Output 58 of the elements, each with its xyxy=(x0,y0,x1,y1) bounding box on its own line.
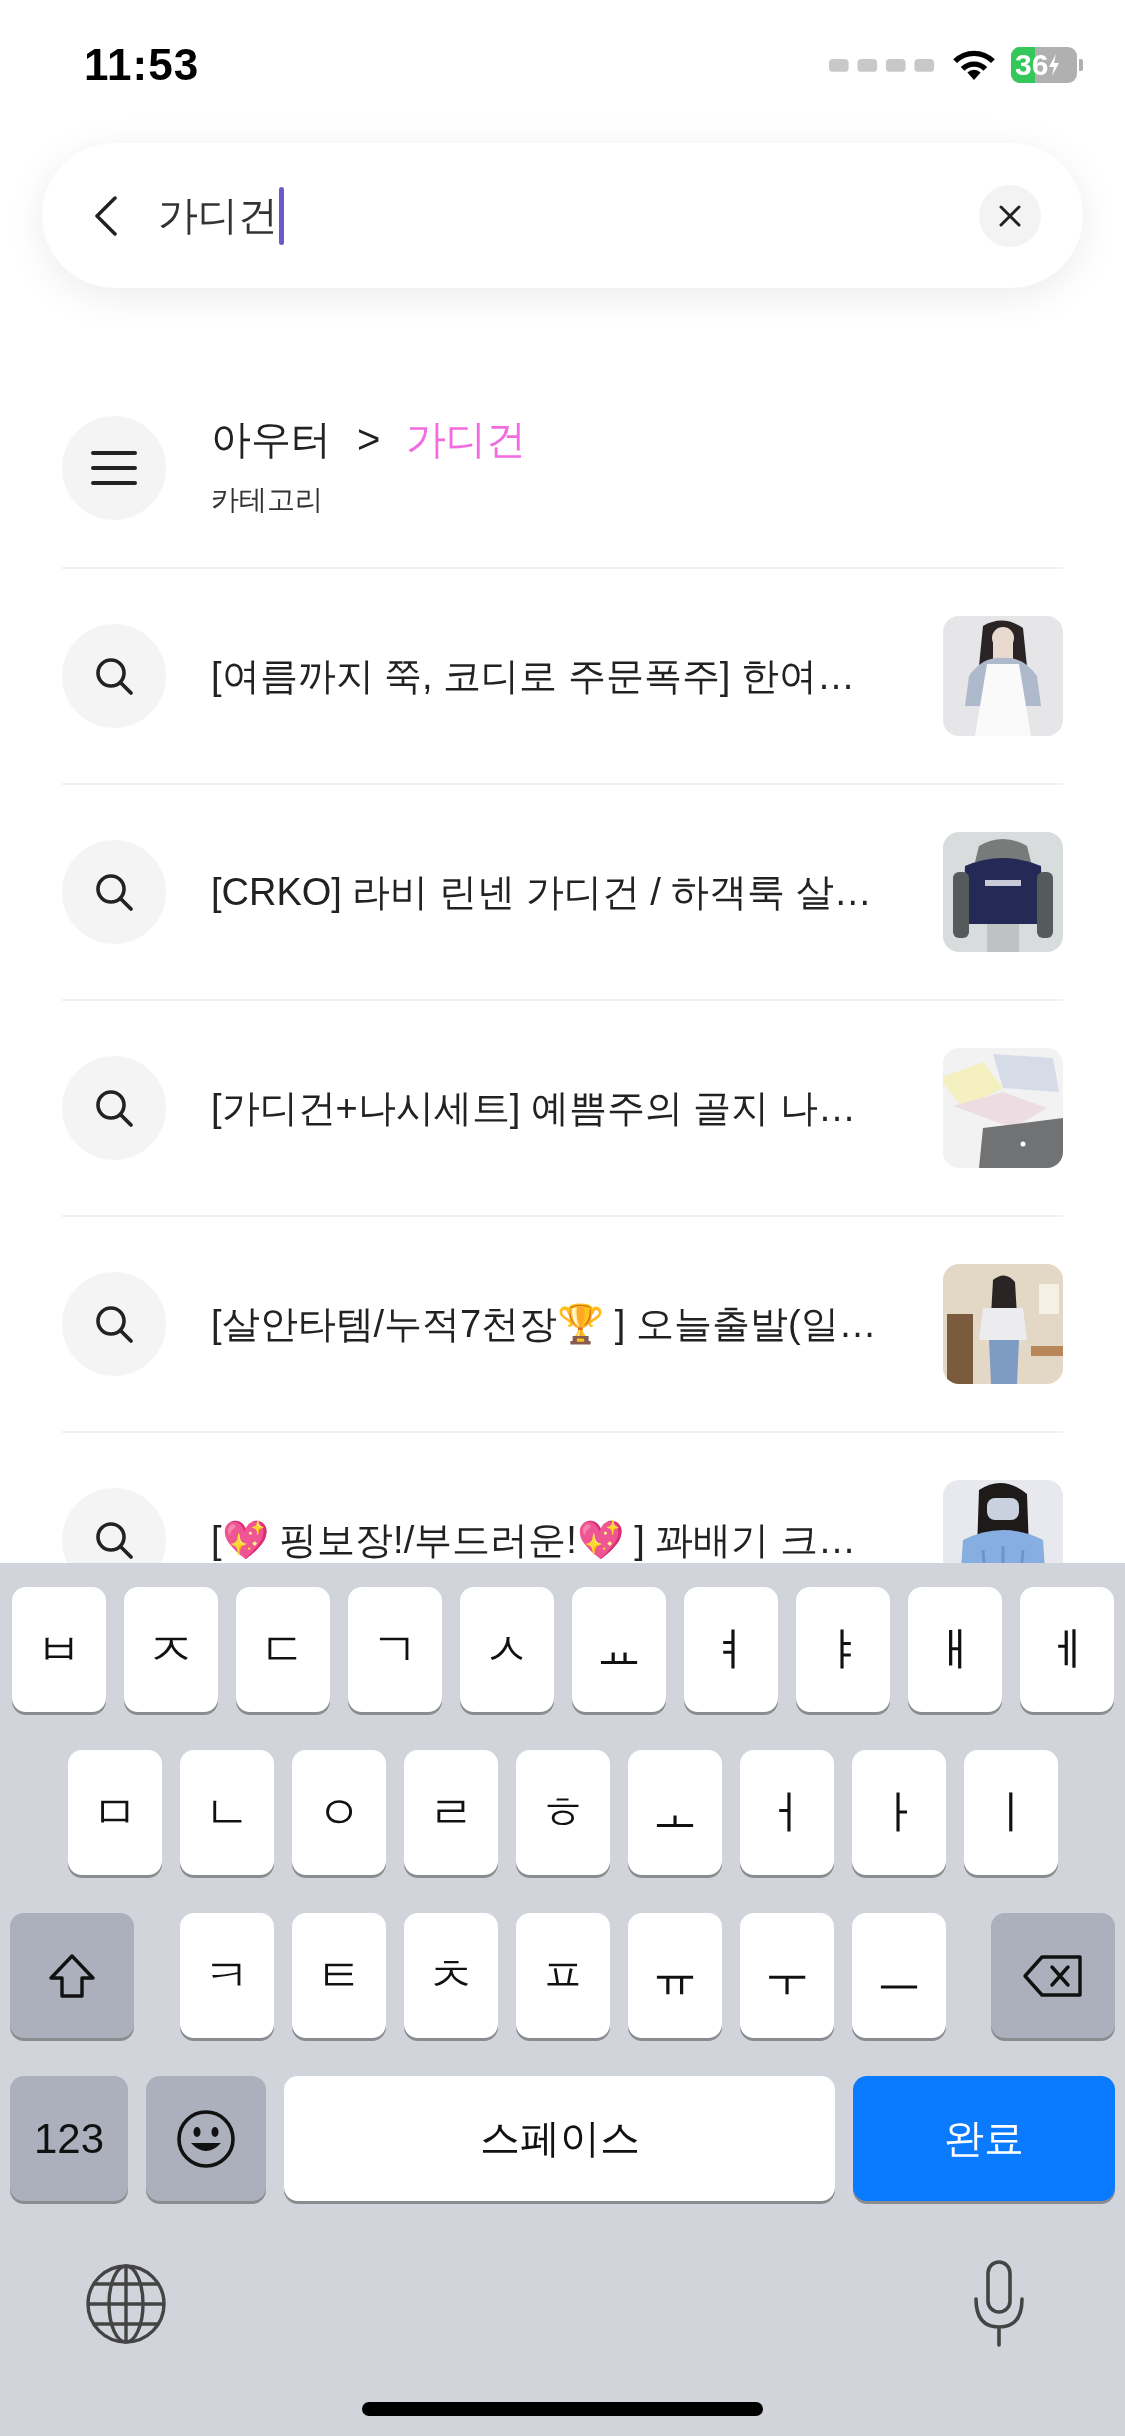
keyboard-key[interactable]: ㅡ xyxy=(851,1913,946,2038)
shift-key[interactable] xyxy=(10,1913,134,2038)
keyboard-key[interactable]: ㅊ xyxy=(403,1913,498,2038)
keyboard-key[interactable]: ㅣ xyxy=(963,1750,1058,1875)
search-icon xyxy=(94,1520,134,1560)
suggestion-text[interactable]: [살안타템/누적7천장🏆 ] 오늘출발(일… xyxy=(211,1298,933,1350)
wifi-icon xyxy=(951,48,997,82)
keyboard-key[interactable]: ㅔ xyxy=(1019,1587,1114,1712)
breadcrumb-separator: > xyxy=(357,416,381,462)
keyboard-key[interactable]: ㄹ xyxy=(403,1750,498,1875)
backspace-icon xyxy=(1022,1953,1084,1998)
category-label: 카테고리 xyxy=(211,482,324,517)
text-cursor xyxy=(279,186,284,245)
status-time: 11:53 xyxy=(84,40,200,90)
suggestion-text[interactable]: [여름까지 쭉, 코디로 주문폭주] 한여… xyxy=(211,650,933,702)
keyboard-key[interactable]: ㅑ xyxy=(795,1587,890,1712)
search-icon xyxy=(94,1304,134,1344)
keyboard-key[interactable]: ㄴ xyxy=(179,1750,274,1875)
search-icon xyxy=(94,1088,134,1128)
keyboard-key[interactable]: ㅇ xyxy=(291,1750,386,1875)
keyboard-key[interactable]: ㅐ xyxy=(907,1587,1002,1712)
keyboard-key[interactable]: ㄷ xyxy=(235,1587,330,1712)
shift-icon xyxy=(47,1952,97,1999)
keyboard-key[interactable]: ㅁ xyxy=(67,1750,162,1875)
keyboard-key[interactable]: ㅗ xyxy=(627,1750,722,1875)
emoji-key[interactable] xyxy=(146,2076,266,2201)
keyboard-key[interactable]: ㅠ xyxy=(627,1913,722,2038)
keyboard-key[interactable]: ㅋ xyxy=(179,1913,274,2038)
keyboard-key[interactable]: ㅏ xyxy=(851,1750,946,1875)
search-icon xyxy=(94,872,134,912)
smiley-icon xyxy=(176,2108,236,2169)
suggestion-text[interactable]: [💖 핑보장!/부드러운!💖 ] 꽈배기 크… xyxy=(211,1514,933,1563)
bolt-icon xyxy=(1048,54,1061,76)
search-field[interactable]: 가디건 xyxy=(158,188,278,243)
keyboard-key[interactable]: ㄱ xyxy=(347,1587,442,1712)
keyboard-key[interactable]: ㅌ xyxy=(291,1913,386,2038)
keyboard-key[interactable]: ㅕ xyxy=(683,1587,778,1712)
keyboard-key[interactable]: ㅎ xyxy=(515,1750,610,1875)
keyboard-key[interactable]: ㅅ xyxy=(459,1587,554,1712)
space-key[interactable]: 스페이스 xyxy=(284,2076,835,2201)
globe-icon[interactable] xyxy=(84,2262,168,2346)
close-icon xyxy=(999,204,1021,227)
category-parent[interactable]: 아우터 xyxy=(211,411,331,467)
keyboard-key[interactable]: ㅜ xyxy=(739,1913,834,2038)
keyboard-key[interactable]: ㅛ xyxy=(571,1587,666,1712)
microphone-icon[interactable] xyxy=(971,2259,1027,2349)
back-icon[interactable] xyxy=(94,195,118,236)
backspace-key[interactable] xyxy=(991,1913,1115,2038)
numbers-key[interactable]: 123 xyxy=(10,2076,128,2201)
suggestion-text[interactable]: [CRKO] 라비 린넨 가디건 / 하객룩 살… xyxy=(211,866,933,918)
done-key[interactable]: 완료 xyxy=(853,2076,1115,2201)
search-icon xyxy=(94,656,134,696)
keyboard-key[interactable]: ㅂ xyxy=(11,1587,106,1712)
suggestion-text[interactable]: [가디건+나시세트] 예쁨주의 골지 나… xyxy=(211,1082,933,1134)
menu-icon xyxy=(91,450,137,486)
keyboard-key[interactable]: ㅓ xyxy=(739,1750,834,1875)
keyboard-key[interactable]: ㅈ xyxy=(123,1587,218,1712)
keyboard-key[interactable]: ㅍ xyxy=(515,1913,610,2038)
